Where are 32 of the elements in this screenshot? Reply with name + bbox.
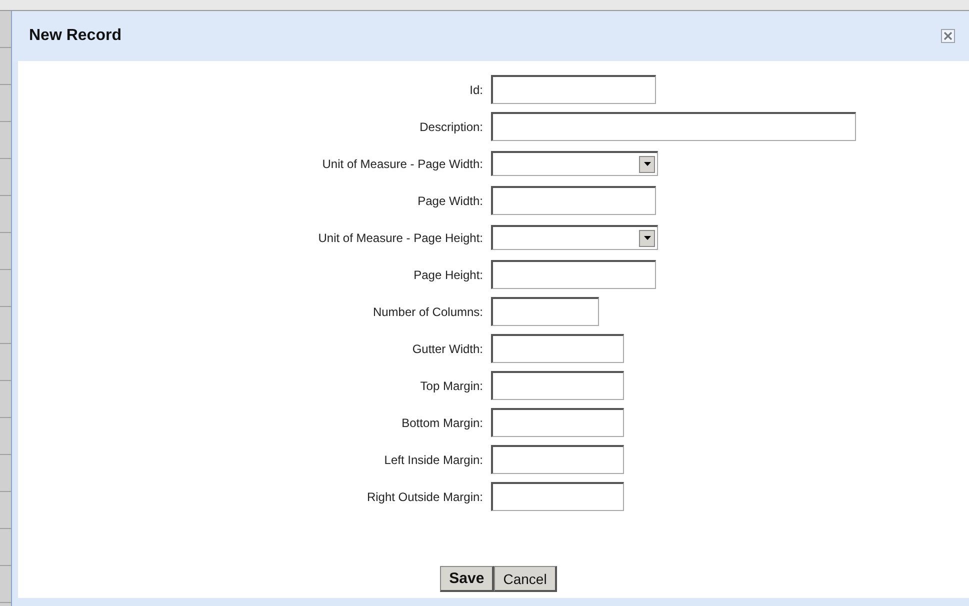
dropdown-field[interactable]	[491, 225, 658, 250]
close-icon[interactable]	[941, 29, 955, 43]
field-label: Description:	[418, 120, 483, 134]
text-field[interactable]	[491, 445, 624, 474]
text-field[interactable]	[491, 297, 599, 326]
field-label: Gutter Width:	[411, 342, 483, 356]
text-field[interactable]	[491, 482, 624, 511]
text-field[interactable]	[491, 260, 656, 289]
text-field[interactable]	[491, 75, 656, 104]
field-label: Unit of Measure - Page Width:	[321, 156, 483, 170]
text-field[interactable]	[491, 186, 656, 215]
field-label: Page Height:	[412, 268, 483, 282]
text-field[interactable]	[491, 371, 624, 400]
dropdown-button[interactable]	[639, 156, 655, 172]
caret-icon	[644, 236, 650, 240]
field-label: Top Margin:	[419, 378, 483, 392]
text-field[interactable]	[491, 408, 624, 437]
field-label: Unit of Measure - Page Height:	[317, 230, 483, 244]
field-label: Bottom Margin:	[400, 416, 483, 430]
dropdown-field[interactable]	[491, 151, 658, 176]
field-label: Left Inside Margin:	[383, 452, 483, 466]
cancel-button[interactable]: Cancel	[494, 566, 557, 592]
field-label: Right Outside Margin:	[366, 490, 483, 504]
field-label: Id:	[468, 82, 483, 96]
field-label: Number of Columns:	[372, 304, 483, 318]
caret-icon	[644, 162, 650, 166]
text-field[interactable]	[491, 112, 856, 141]
text-field[interactable]	[491, 334, 624, 363]
save-button[interactable]: Save	[440, 566, 494, 592]
field-label: Page Width:	[416, 194, 483, 208]
dialog-title: New Record	[29, 27, 122, 45]
dropdown-button[interactable]	[639, 230, 655, 246]
